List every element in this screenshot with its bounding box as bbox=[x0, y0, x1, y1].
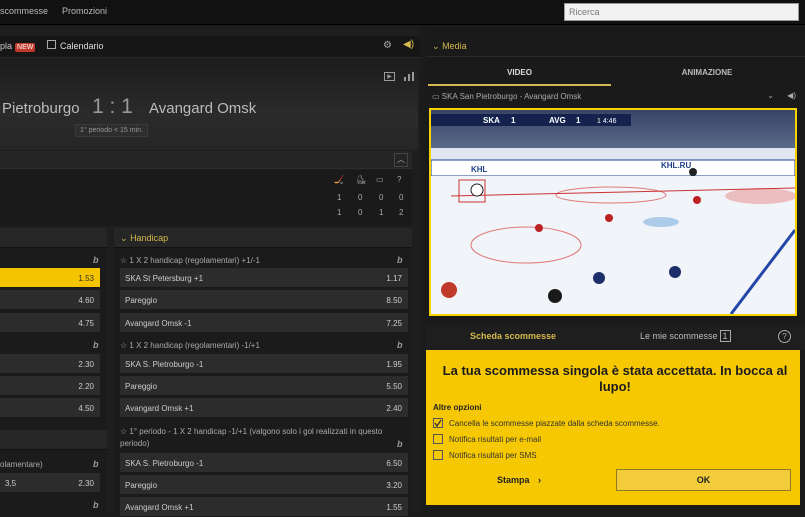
odds-row[interactable]: Avangard Omsk +1 2.40 bbox=[120, 398, 408, 418]
left-odds-column: b 1.53 4.60 4.75 b 2.30 2.20 4.50 olamen… bbox=[0, 228, 107, 512]
odds-row[interactable]: 4.50 bbox=[0, 398, 100, 418]
handicap-column: ⌄ Handicap ☆ 1 X 2 handicap (regolamenta… bbox=[114, 228, 412, 517]
checkbox-sms-notify[interactable] bbox=[433, 450, 443, 460]
odds-row[interactable]: 2.20 bbox=[0, 376, 100, 396]
scorebug-clock: 1 4:46 bbox=[597, 118, 617, 125]
chevron-right-icon: › bbox=[538, 475, 542, 485]
odds-row[interactable]: 4.75 bbox=[0, 313, 100, 333]
option-label: Notifica risultati per SMS bbox=[449, 451, 537, 460]
bet-builder-icon: b bbox=[93, 500, 99, 510]
team-b-name: Avangard Omsk bbox=[149, 100, 257, 117]
calendar-icon bbox=[47, 40, 56, 49]
stat-value: 1 bbox=[379, 208, 384, 217]
odds-row[interactable]: 1.53 bbox=[0, 268, 100, 288]
section-header bbox=[0, 228, 107, 248]
section-header bbox=[0, 430, 107, 450]
top-bar: scommesse Promozioni Ricerca bbox=[0, 0, 805, 25]
odds-row[interactable]: 2.30 bbox=[0, 354, 100, 374]
checkbox-email-notify[interactable] bbox=[433, 434, 443, 444]
option-label: Cancella le scommesse piazzate dalla sch… bbox=[449, 419, 660, 428]
options-title: Altre opzioni bbox=[433, 403, 482, 412]
bet-builder-icon: b bbox=[397, 439, 403, 449]
chevron-down-icon: ⌄ bbox=[767, 91, 774, 100]
odds-row[interactable]: Pareggio 3.20 bbox=[120, 475, 408, 495]
volume-icon[interactable]: ◀) bbox=[787, 91, 796, 100]
video-player[interactable]: KHL KHL.RU SKA 1 AVG 1 1 4:46 bbox=[429, 108, 797, 316]
bet-builder-icon: b bbox=[93, 340, 99, 350]
play-video-icon[interactable]: ▶ bbox=[384, 72, 395, 81]
period-badge: 1° periodo < 15 min. bbox=[75, 124, 148, 137]
nav-item-promozioni[interactable]: Promozioni bbox=[62, 6, 107, 16]
scorebug-away: AVG bbox=[549, 116, 566, 125]
shots-icon: ▭ bbox=[376, 175, 384, 184]
calendar-link[interactable]: Calendario bbox=[60, 41, 104, 51]
option-label: Notifica risultati per e-mail bbox=[449, 435, 542, 444]
stat-value: 0 bbox=[358, 193, 363, 202]
search-input[interactable]: Ricerca bbox=[564, 3, 799, 21]
goal-icon: 🏒 bbox=[334, 175, 344, 184]
gear-icon[interactable]: ⚙ bbox=[383, 40, 392, 51]
new-badge: NEW bbox=[15, 43, 36, 52]
market-title: ☆ 1 X 2 handicap (regolamentari) +1/-1 bbox=[120, 256, 260, 265]
bet-accepted-message: La tua scommessa singola è stata accetta… bbox=[442, 363, 788, 394]
odds-row[interactable]: Avangard Omsk -1 7.25 bbox=[120, 313, 408, 333]
odds-row[interactable]: 3,5 2.30 bbox=[0, 473, 100, 493]
odds-row[interactable]: Pareggio 5.50 bbox=[120, 376, 408, 396]
stat-value: 1 bbox=[337, 208, 342, 217]
bet-builder-icon: b bbox=[93, 255, 99, 265]
odds-row[interactable]: SKA S. Pietroburgo -1 1.95 bbox=[120, 354, 408, 374]
stat-value: 1 bbox=[337, 193, 342, 202]
scorebug-away-score: 1 bbox=[576, 116, 581, 125]
odds-row[interactable]: Pareggio 8.50 bbox=[120, 290, 408, 310]
nav-item-scommesse[interactable]: scommesse bbox=[0, 6, 48, 16]
chevron-down-icon: ⌄ bbox=[432, 41, 440, 51]
scorebug-home-score: 1 bbox=[511, 116, 516, 125]
print-link[interactable]: Stampa › bbox=[497, 475, 541, 485]
collapse-icon[interactable]: ︿ bbox=[394, 153, 408, 167]
tv-icon: ▭ bbox=[432, 92, 440, 101]
odds-row[interactable]: SKA S. Pietroburgo -1 6.50 bbox=[120, 453, 408, 473]
checkbox-clear-bets[interactable] bbox=[433, 418, 443, 428]
ok-button[interactable]: OK bbox=[616, 469, 791, 491]
speaker-icon[interactable]: ◀) bbox=[403, 39, 414, 50]
tab-animazione[interactable]: ANIMAZIONE bbox=[614, 62, 800, 86]
bet-builder-icon: b bbox=[397, 255, 403, 265]
market-title: olamentare) bbox=[0, 460, 43, 469]
help-icon[interactable]: ? bbox=[778, 330, 791, 343]
team-a-name: Pietroburgo bbox=[2, 100, 80, 117]
svg-text:KHL: KHL bbox=[471, 165, 488, 174]
stream-select[interactable]: ▭ SKA San Pietroburgo - Avangard Omsk ⌄ … bbox=[428, 90, 802, 106]
bet-builder-icon: b bbox=[93, 459, 99, 469]
svg-text:KHL.RU: KHL.RU bbox=[661, 161, 691, 170]
stats-table: 🏒 ⛸ ▭ ? 1 0 0 0 1 0 1 2 bbox=[0, 170, 412, 226]
odds-row[interactable]: SKA St Petersburg +1 1.17 bbox=[120, 268, 408, 288]
hockey-video-frame: KHL KHL.RU SKA 1 AVG 1 1 4:46 bbox=[431, 110, 795, 314]
betslip-tabs: Scheda scommesse Le mie scommesse 1 ? bbox=[426, 324, 805, 350]
chevron-down-icon: ⌄ bbox=[120, 233, 128, 243]
handicap-header[interactable]: ⌄ Handicap bbox=[114, 228, 412, 248]
stat-value: 0 bbox=[358, 208, 363, 217]
tab-le-mie-scommesse[interactable]: Le mie scommesse 1 bbox=[640, 330, 731, 342]
tab-video[interactable]: VIDEO bbox=[428, 62, 611, 86]
match-score: 1 : 1 bbox=[92, 95, 133, 118]
media-header[interactable]: ⌄ Media bbox=[426, 37, 805, 57]
subnav-item[interactable]: pla NEW bbox=[0, 41, 36, 52]
penalty-icon: ⛸ bbox=[356, 175, 367, 184]
stat-value: 0 bbox=[379, 193, 384, 202]
market-title: ☆ 1° periodo - 1 X 2 handicap -1/+1 (val… bbox=[120, 427, 383, 448]
odds-row[interactable]: Avangard Omsk +1 1.55 bbox=[120, 497, 408, 517]
stat-value: 2 bbox=[399, 208, 404, 217]
stats-header: ︿ bbox=[0, 151, 412, 169]
stat-value: 0 bbox=[399, 193, 404, 202]
info-icon: ? bbox=[397, 175, 402, 184]
odds-row[interactable]: 4.60 bbox=[0, 290, 100, 310]
stats-icon[interactable] bbox=[404, 72, 415, 81]
scorebug-home: SKA bbox=[483, 116, 500, 125]
bet-builder-icon: b bbox=[397, 340, 403, 350]
bets-count-badge: 1 bbox=[719, 330, 731, 342]
tab-scheda-scommesse[interactable]: Scheda scommesse bbox=[470, 331, 556, 341]
sub-nav: pla NEW Calendario ⚙ ◀) bbox=[0, 36, 420, 58]
market-title: ☆ 1 X 2 handicap (regolamentari) -1/+1 bbox=[120, 341, 260, 350]
